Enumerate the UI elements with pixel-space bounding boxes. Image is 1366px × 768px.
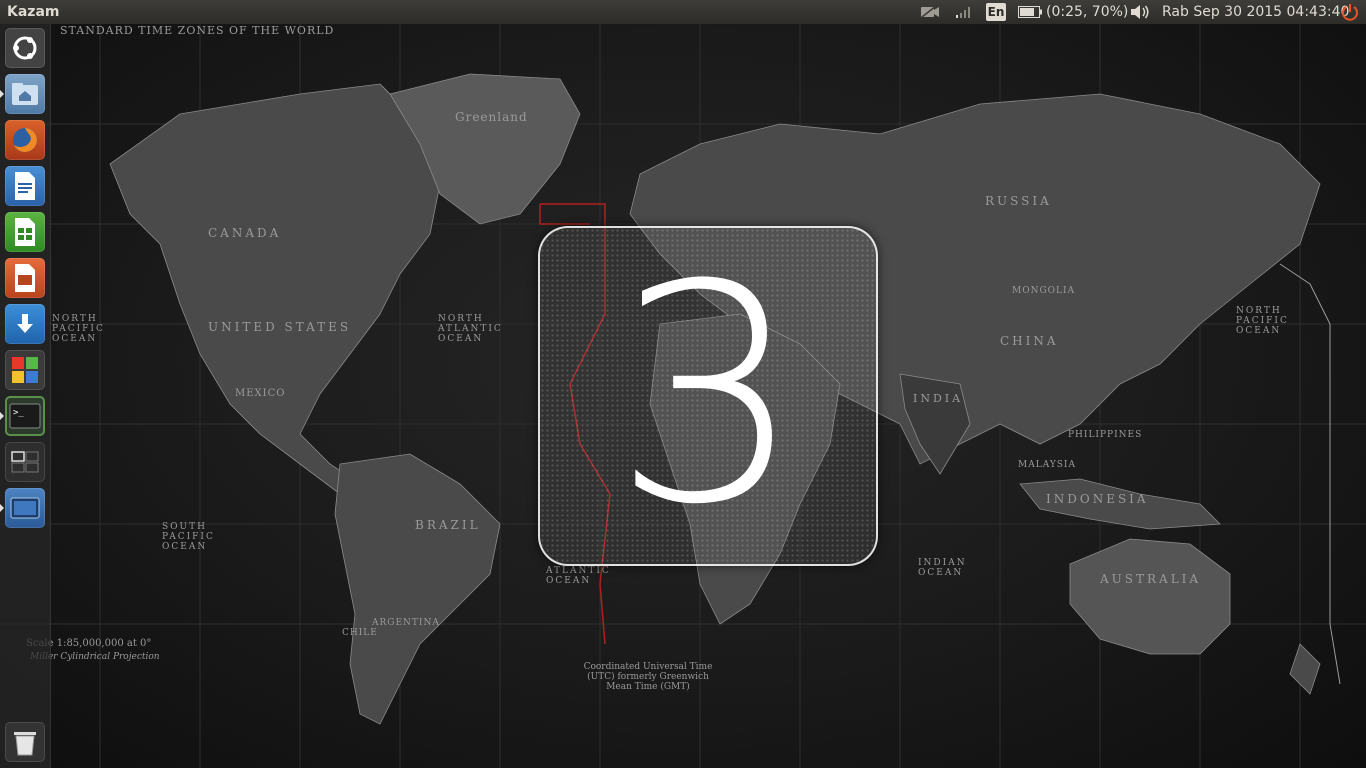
launcher-kazam[interactable] — [5, 488, 45, 528]
power-icon[interactable] — [1341, 0, 1359, 24]
launcher-impress[interactable] — [5, 258, 45, 298]
battery-icon — [1018, 6, 1042, 18]
writer-icon — [15, 172, 35, 200]
launcher-terminal[interactable]: >_ — [5, 396, 45, 436]
label-canada: CANADA — [208, 226, 282, 240]
trash-icon — [14, 732, 36, 756]
download-arrow-icon — [17, 314, 33, 333]
software-center-icon — [12, 357, 38, 383]
label-chile: CHILE — [342, 628, 378, 638]
countdown-number: 3 — [612, 221, 804, 570]
svg-text:>_: >_ — [13, 408, 24, 418]
label-india: INDIA — [913, 392, 964, 405]
label-mexico: MEXICO — [235, 388, 286, 399]
countdown-overlay: 3 — [538, 226, 878, 566]
unity-launcher: >_ — [0, 24, 51, 768]
firefox-icon — [13, 128, 37, 152]
kazam-icon — [10, 497, 40, 519]
label-mongolia: MONGOLIA — [1012, 286, 1076, 296]
label-greenland: Greenland — [455, 110, 528, 124]
terminal-icon: >_ — [9, 403, 41, 429]
label-australia: AUSTRALIA — [1100, 572, 1202, 586]
label-south-pacific: SOUTH PACIFIC OCEAN — [162, 522, 215, 552]
ubuntu-logo-icon — [13, 36, 37, 60]
clock[interactable]: Rab Sep 30 2015 04:43:40 — [1162, 0, 1349, 24]
battery-indicator[interactable]: (0:25, 70%) — [1018, 0, 1128, 24]
volume-icon[interactable] — [1130, 0, 1152, 24]
launcher-ubuntu-dash[interactable] — [5, 28, 45, 68]
map-header: STANDARD TIME ZONES OF THE WORLD — [60, 24, 335, 37]
launcher-calc[interactable] — [5, 212, 45, 252]
north-america-shape — [109, 83, 441, 495]
camera-icon[interactable] — [920, 0, 942, 24]
label-china: CHINA — [1000, 334, 1059, 348]
south-america-shape — [334, 453, 501, 725]
keyboard-layout-indicator[interactable]: En — [986, 3, 1006, 21]
launcher-files[interactable] — [5, 74, 45, 114]
label-russia: RUSSIA — [985, 194, 1052, 208]
launcher-updater[interactable] — [5, 304, 45, 344]
label-north-atlantic: NORTH ATLANTIC OCEAN — [438, 314, 503, 344]
home-folder-icon — [12, 83, 38, 105]
label-indonesia: INDONESIA — [1046, 492, 1149, 506]
launcher-writer[interactable] — [5, 166, 45, 206]
label-malaysia: MALAYSIA — [1018, 460, 1076, 470]
signal-icon[interactable] — [955, 0, 975, 24]
launcher-trash[interactable] — [5, 722, 45, 762]
top-panel: Kazam En (0:25, 70%) Rab Sep 30 2015 04:… — [0, 0, 1366, 24]
launcher-workspaces[interactable] — [5, 442, 45, 482]
new-zealand-shape — [1289, 643, 1321, 695]
active-indicator — [0, 412, 4, 420]
launcher-firefox[interactable] — [5, 120, 45, 160]
label-north-pacific-east: NORTH PACIFIC OCEAN — [1236, 306, 1289, 336]
active-indicator — [0, 90, 4, 98]
label-argentina: ARGENTINA — [372, 618, 440, 628]
label-atlantic: ATLANTIC OCEAN — [546, 566, 611, 586]
label-indian-ocean: INDIAN OCEAN — [918, 558, 967, 578]
australia-shape — [1069, 538, 1231, 655]
launcher-software-center[interactable] — [5, 350, 45, 390]
app-title: Kazam — [7, 4, 60, 20]
label-philippines: PHILIPPINES — [1068, 430, 1143, 440]
label-brazil: BRAZIL — [415, 518, 481, 532]
label-north-pacific: NORTH PACIFIC OCEAN — [52, 314, 105, 344]
battery-status-text: (0:25, 70%) — [1046, 4, 1129, 20]
calc-icon — [15, 218, 35, 246]
active-indicator — [0, 504, 4, 512]
impress-icon — [15, 264, 35, 292]
label-utc: Coordinated Universal Time (UTC) formerl… — [583, 662, 713, 692]
workspaces-icon — [11, 451, 39, 473]
label-united-states: UNITED STATES — [208, 320, 352, 334]
